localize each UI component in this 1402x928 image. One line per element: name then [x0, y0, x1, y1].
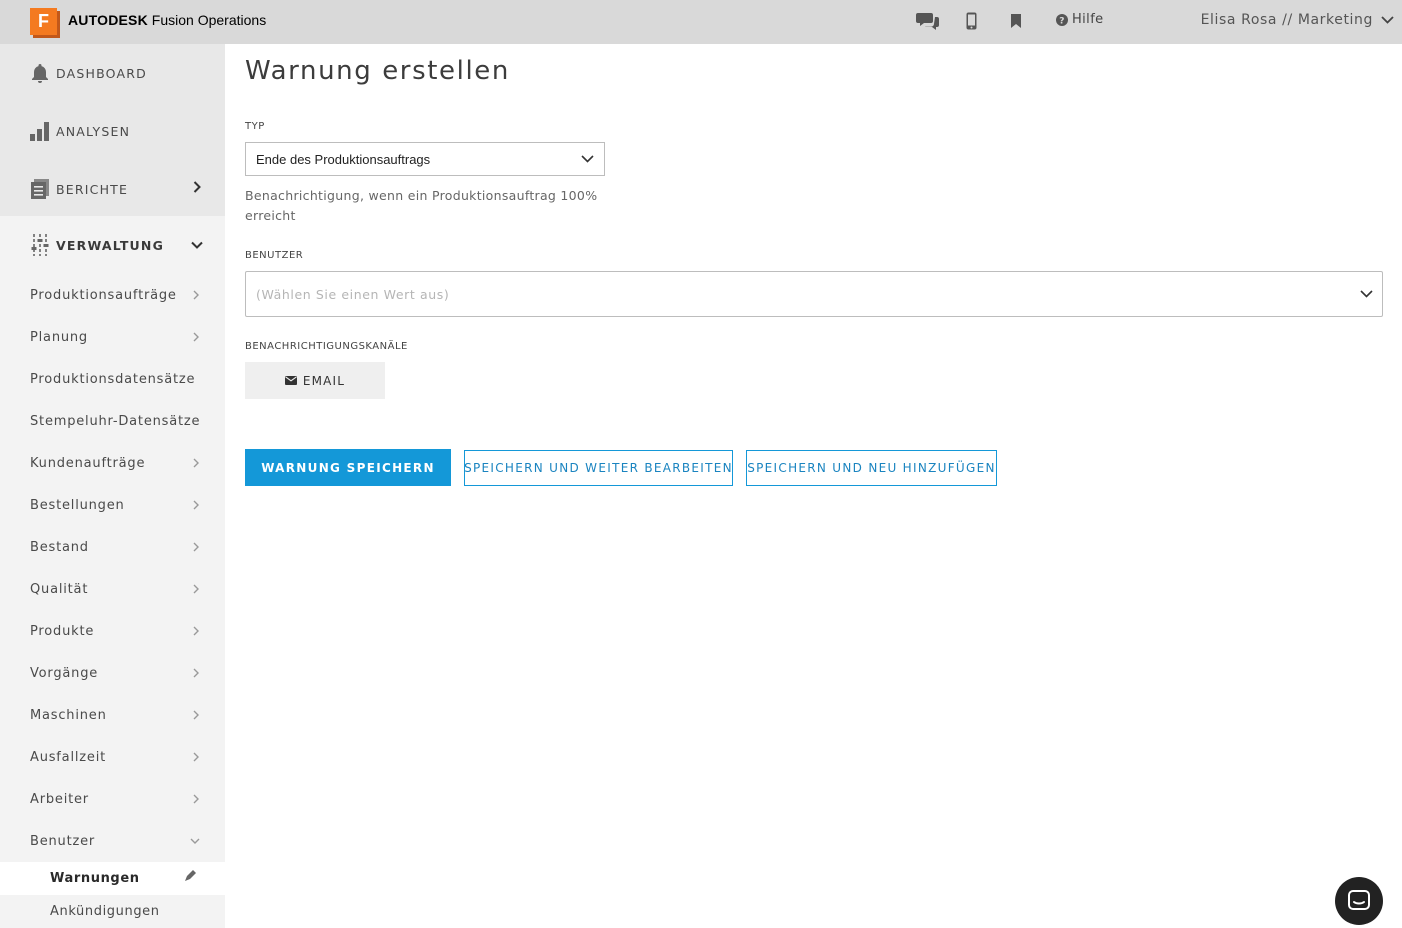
brand-product: Fusion Operations: [147, 12, 267, 28]
chevron-down-icon: [191, 241, 203, 249]
sidebar-item-benutzer[interactable]: Benutzer: [0, 820, 225, 862]
sidebar-item-arbeiter[interactable]: Arbeiter: [0, 778, 225, 820]
chevron-right-icon: [193, 794, 199, 804]
sidebar-primary: DASHBOARD ANALYSEN BERICHTE: [0, 44, 225, 216]
sidebar-item-stempeluhr[interactable]: Stempeluhr-Datensätze: [0, 400, 225, 442]
chevron-right-icon: [193, 332, 199, 342]
user-label: Elisa Rosa // Marketing: [1200, 12, 1373, 28]
chat-bubbles-icon[interactable]: [916, 10, 940, 32]
sidebar-item-kundenauftraege[interactable]: Kundenaufträge: [0, 442, 225, 484]
top-bar: F AUTODESK Fusion Operations ? Hilfe Eli…: [0, 0, 1402, 44]
sidebar-item-planung[interactable]: Planung: [0, 316, 225, 358]
sidebar-item-label: Bestand: [30, 539, 89, 555]
chat-launcher-button[interactable]: [1335, 877, 1383, 925]
sidebar-item-label: Maschinen: [30, 707, 107, 723]
chevron-down-icon: [581, 155, 594, 163]
typ-label: TYP: [245, 121, 265, 132]
chevron-right-icon: [193, 668, 199, 678]
save-add-new-button[interactable]: SPEICHERN UND NEU HINZUFÜGEN: [746, 450, 997, 486]
svg-text:?: ?: [1059, 16, 1065, 26]
sidebar-item-ausfallzeit[interactable]: Ausfallzeit: [0, 736, 225, 778]
sidebar-item-label: Vorgänge: [30, 665, 99, 681]
sidebar-item-label: Stempeluhr-Datensätze: [30, 413, 201, 429]
brand-bold: AUTODESK: [68, 12, 148, 28]
typ-select[interactable]: Ende des Produktionsauftrags: [245, 142, 605, 176]
sidebar-item-label: Produktionsaufträge: [30, 287, 177, 303]
page-title: Warnung erstellen: [245, 56, 510, 86]
sidebar-item-berichte[interactable]: BERICHTE: [0, 160, 225, 218]
sidebar-item-label: VERWALTUNG: [56, 237, 165, 253]
pencil-icon[interactable]: [184, 870, 196, 882]
sidebar-item-verwaltung[interactable]: VERWALTUNG: [0, 216, 225, 274]
sidebar-item-qualitaet[interactable]: Qualität: [0, 568, 225, 610]
typ-selected-value: Ende des Produktionsauftrags: [256, 151, 431, 167]
chevron-down-icon: [190, 838, 200, 844]
chevron-right-icon: [193, 584, 199, 594]
typ-hint: Benachrichtigung, wenn ein Produktionsau…: [245, 188, 598, 223]
sidebar-item-label: ANALYSEN: [56, 123, 131, 139]
reports-icon: [30, 178, 50, 200]
email-channel-toggle[interactable]: EMAIL: [245, 362, 385, 399]
sidebar-item-label: Ankündigungen: [50, 904, 160, 919]
sidebar-item-produktionsauftraege[interactable]: Produktionsaufträge: [0, 274, 225, 316]
chevron-right-icon: [193, 710, 199, 720]
benutzer-placeholder: (Wählen Sie einen Wert aus): [256, 286, 450, 302]
sidebar-item-label: Warnungen: [50, 871, 140, 886]
envelope-icon: [284, 376, 297, 385]
sidebar-item-label: Kundenaufträge: [30, 455, 146, 471]
sidebar-item-label: Qualität: [30, 581, 89, 597]
sidebar: DASHBOARD ANALYSEN BERICHTE VERWALTUNG P…: [0, 44, 225, 928]
chevron-right-icon: [193, 458, 199, 468]
sidebar-item-label: BERICHTE: [56, 181, 129, 197]
help-label: Hilfe: [1072, 12, 1104, 27]
benutzer-label: BENUTZER: [245, 250, 304, 261]
sidebar-item-label: Planung: [30, 329, 88, 345]
sidebar-item-bestellungen[interactable]: Bestellungen: [0, 484, 225, 526]
sidebar-item-label: Arbeiter: [30, 791, 89, 807]
sidebar-item-produkte[interactable]: Produkte: [0, 610, 225, 652]
sidebar-item-produktionsdatensaetze[interactable]: Produktionsdatensätze: [0, 358, 225, 400]
chevron-right-icon: [193, 626, 199, 636]
bell-icon: [30, 62, 50, 84]
chevron-down-icon: [1360, 290, 1373, 298]
sidebar-item-label: DASHBOARD: [56, 65, 147, 81]
sidebar-item-maschinen[interactable]: Maschinen: [0, 694, 225, 736]
kanaele-label: BENACHRICHTIGUNGSKANÄLE: [245, 341, 408, 352]
save-continue-button[interactable]: SPEICHERN UND WEITER BEARBEITEN: [464, 450, 733, 486]
chevron-right-icon: [193, 752, 199, 762]
sidebar-item-dashboard[interactable]: DASHBOARD: [0, 44, 225, 102]
question-circle-icon: ?: [1056, 13, 1068, 26]
sidebar-item-ankuendigungen[interactable]: Ankündigungen: [0, 895, 225, 928]
sidebar-item-label: Produktionsdatensätze: [30, 371, 196, 387]
benutzer-select[interactable]: (Wählen Sie einen Wert aus): [245, 271, 1383, 317]
save-button[interactable]: WARNUNG SPEICHERN: [245, 449, 451, 486]
sidebar-item-bestand[interactable]: Bestand: [0, 526, 225, 568]
fusion-logo-icon[interactable]: F: [30, 8, 60, 38]
bookmark-icon[interactable]: [1011, 10, 1021, 32]
brand-name: AUTODESK Fusion Operations: [68, 12, 266, 28]
sidebar-item-vorgaenge[interactable]: Vorgänge: [0, 652, 225, 694]
chat-icon: [1348, 890, 1370, 910]
mobile-phone-icon[interactable]: [966, 10, 977, 32]
chevron-down-icon: [1381, 16, 1394, 24]
help-link[interactable]: ? Hilfe: [1056, 12, 1104, 27]
sidebar-item-label: Benutzer: [30, 833, 96, 849]
sidebar-item-label: Bestellungen: [30, 497, 125, 513]
chevron-right-icon: [193, 290, 199, 300]
bar-chart-icon: [30, 120, 50, 142]
email-label: EMAIL: [302, 373, 346, 388]
sidebar-item-label: Ausfallzeit: [30, 749, 107, 765]
chevron-right-icon: [193, 542, 199, 552]
sliders-icon: [30, 234, 50, 256]
sidebar-item-label: Produkte: [30, 623, 95, 639]
sidebar-item-analysen[interactable]: ANALYSEN: [0, 102, 225, 160]
chevron-right-icon: [193, 181, 201, 193]
user-menu[interactable]: Elisa Rosa // Marketing: [1201, 12, 1394, 28]
chevron-right-icon: [193, 500, 199, 510]
